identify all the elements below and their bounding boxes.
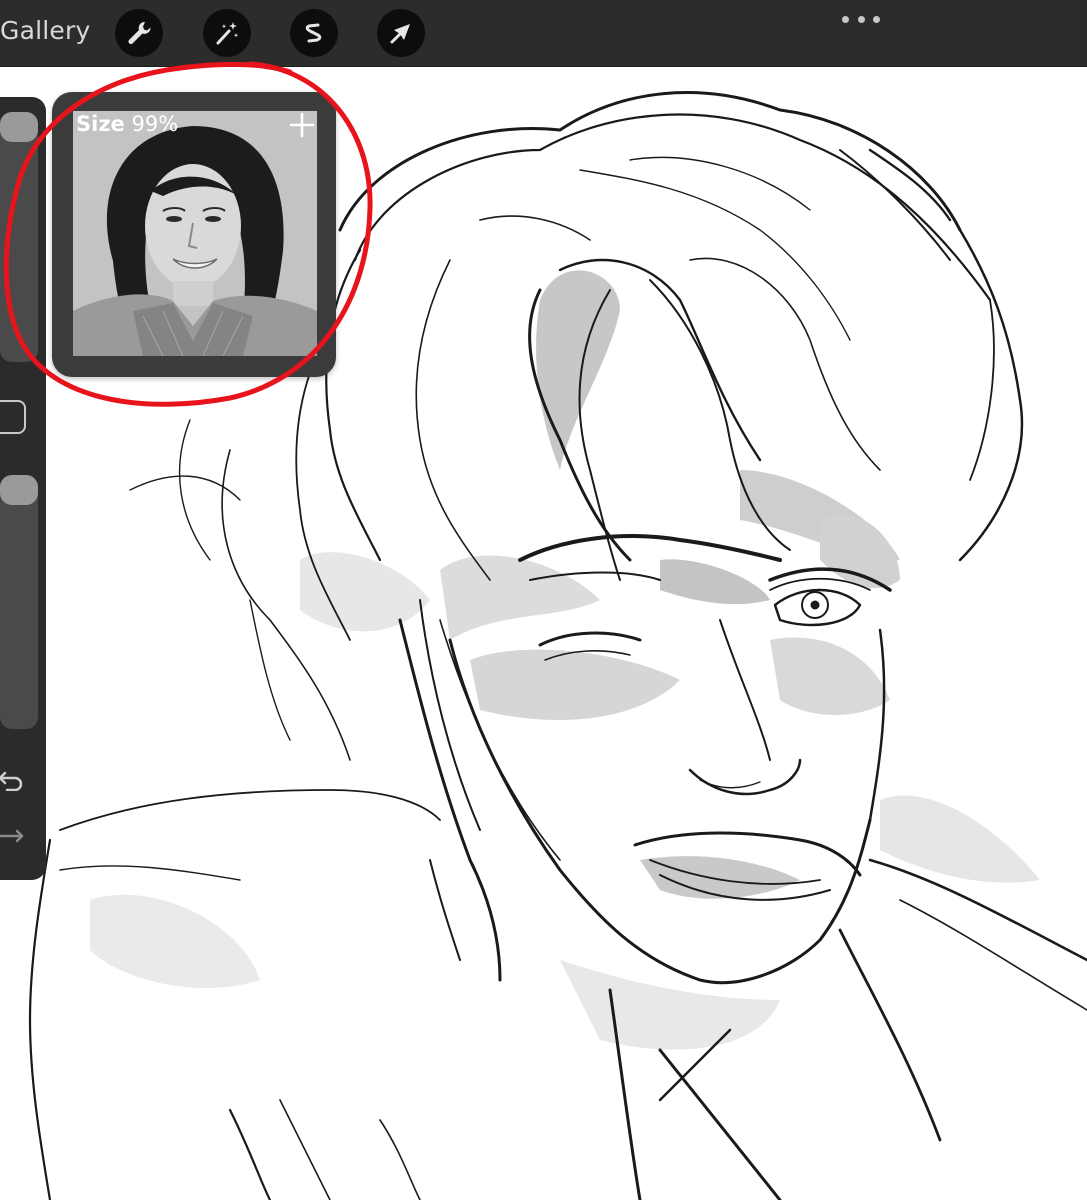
reference-window[interactable]: Size 99% [52, 92, 336, 377]
adjustments-button[interactable] [203, 9, 251, 57]
size-label: Size [76, 112, 125, 136]
wrench-icon [128, 21, 151, 44]
slider-thumb[interactable] [0, 112, 38, 142]
size-value: 99% [131, 112, 179, 136]
redo-arrow-icon[interactable] [0, 822, 26, 852]
opacity-slider[interactable] [0, 475, 38, 729]
top-toolbar: Gallery [0, 0, 1087, 67]
more-dots-icon[interactable] [842, 14, 880, 24]
plus-icon[interactable] [289, 112, 315, 138]
left-sidebar [0, 97, 46, 880]
modify-square-icon[interactable] [0, 400, 26, 434]
slider-thumb[interactable] [0, 475, 38, 505]
reference-photo [73, 111, 317, 356]
undo-arrow-icon[interactable] [0, 764, 26, 794]
reference-size-readout: Size 99% [76, 112, 178, 136]
selection-icon [305, 23, 322, 43]
brush-size-slider[interactable] [0, 112, 38, 362]
selection-button[interactable] [290, 9, 338, 57]
transform-button[interactable] [377, 9, 425, 57]
actions-button[interactable] [115, 9, 163, 57]
gallery-button[interactable]: Gallery [0, 16, 90, 45]
magic-wand-icon [216, 22, 239, 45]
transform-arrow-icon [390, 24, 410, 44]
